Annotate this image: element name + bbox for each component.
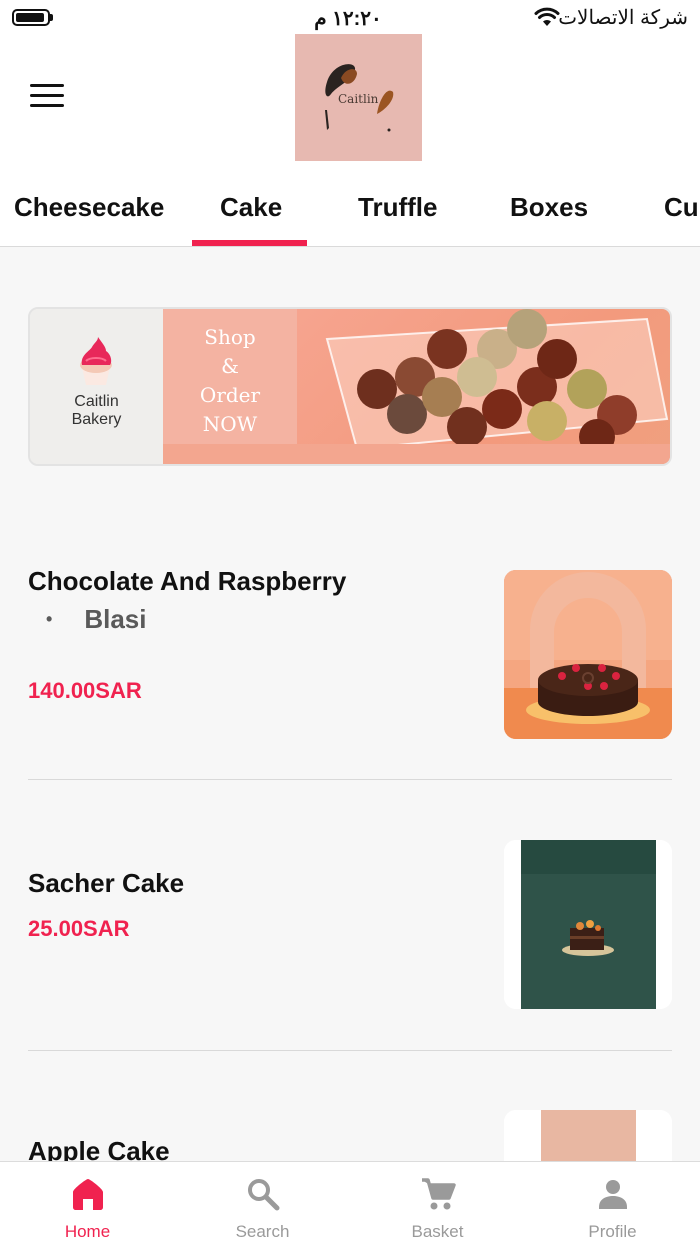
nav-search[interactable]: Search (175, 1162, 350, 1244)
banner-brand-line: Caitlin (74, 393, 119, 410)
tab-truffle[interactable]: Truffle (358, 192, 437, 223)
apple-cake-image (504, 1110, 672, 1161)
person-icon (599, 1180, 627, 1209)
bottom-navigation: Home Search Basket Profile (0, 1161, 700, 1244)
home-icon (73, 1179, 103, 1210)
promo-banner[interactable]: Caitlin Bakery Shop & Order NOW (28, 307, 672, 466)
nav-home[interactable]: Home (0, 1162, 175, 1244)
nav-profile[interactable]: Profile (525, 1162, 700, 1244)
banner-brand-panel: Caitlin Bakery (30, 309, 163, 464)
product-price: 140.00SAR (28, 678, 142, 703)
search-icon (248, 1179, 280, 1211)
product-name: Sacher Cake (28, 868, 185, 898)
menu-button[interactable] (30, 84, 64, 110)
product-image (504, 570, 672, 739)
banner-cta-line: Shop (204, 325, 256, 349)
product-card[interactable]: Sacher Cake 25.00SAR (28, 840, 672, 1010)
wifi-icon (534, 7, 560, 26)
category-tabs: Cheesecake Cake Truffle Boxes Cup (0, 174, 700, 247)
product-image (504, 1110, 672, 1161)
menu-icon-bar (30, 84, 64, 87)
product-price: 25.00SAR (28, 916, 130, 941)
product-description: • Blasi (46, 604, 146, 635)
banner-cta-panel: Shop & Order NOW (163, 309, 297, 464)
product-image (504, 840, 672, 1009)
tab-cheesecake[interactable]: Cheesecake (14, 192, 164, 223)
tab-cupcakes[interactable]: Cup (664, 192, 700, 223)
nav-basket[interactable]: Basket (350, 1162, 525, 1244)
product-desc-text: Blasi (84, 604, 147, 634)
active-tab-indicator (192, 240, 307, 246)
banner-brand-line: Bakery (71, 411, 122, 428)
banner-cta-line: Order (199, 383, 261, 407)
truffle-box-illustration (325, 309, 669, 455)
bullet-icon: • (46, 609, 53, 629)
divider (28, 779, 672, 780)
nav-label: Search (235, 1222, 290, 1241)
banner-cta-text: Shop & Order NOW (163, 323, 297, 439)
banner-bottom-strip (163, 444, 670, 464)
chocolate-cake-image (504, 570, 672, 739)
tab-boxes[interactable]: Boxes (510, 192, 588, 223)
product-card[interactable]: Apple Cake (28, 1110, 672, 1161)
nav-label: Basket (411, 1222, 464, 1241)
banner-brand-text: Caitlin Bakery (30, 393, 163, 429)
banner-truffle-image (297, 309, 670, 464)
cart-icon (422, 1178, 456, 1210)
banner-cta-line: NOW (202, 412, 258, 436)
status-bar: ١٢:٢٠ م شركة الاتصالات (0, 0, 700, 34)
sacher-cake-image (504, 840, 672, 1009)
product-card[interactable]: Chocolate And Raspberry • Blasi 140.00SAR (28, 564, 672, 744)
product-name: Chocolate And Raspberry (28, 566, 347, 596)
app-header: Caitlin (0, 34, 700, 174)
cupcake-icon (80, 337, 112, 385)
logo-text: Caitlin (338, 92, 379, 106)
product-name: Apple Cake (28, 1136, 170, 1161)
nav-label: Profile (588, 1222, 637, 1241)
tab-cake[interactable]: Cake (220, 192, 282, 223)
brand-logo[interactable]: Caitlin (295, 34, 422, 161)
nav-label: Home (64, 1222, 111, 1241)
menu-icon-bar (30, 94, 64, 97)
carrier-name: شركة الاتصالات (558, 7, 688, 29)
menu-icon-bar (30, 104, 64, 107)
divider (28, 1050, 672, 1051)
banner-cta-line: & (221, 354, 239, 378)
